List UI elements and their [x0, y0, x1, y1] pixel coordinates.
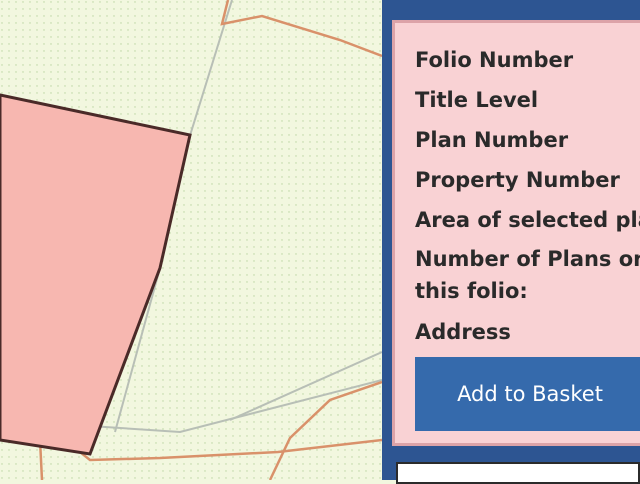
- folio-number-label: Folio Number: [415, 48, 574, 72]
- property-info-panel: Folio Number Title Level Plan Number Pro…: [382, 0, 640, 480]
- title-level-label: Title Level: [415, 88, 539, 112]
- property-info-card: Folio Number Title Level Plan Number Pro…: [392, 20, 640, 446]
- add-to-basket-button[interactable]: Add to Basket: [415, 357, 640, 431]
- number-of-plans-label: Number of Plans on this folio:: [415, 247, 640, 303]
- area-selected-plan-label: Area of selected pla: [415, 208, 640, 232]
- address-label: Address: [415, 320, 511, 344]
- search-input[interactable]: [396, 462, 640, 484]
- plan-number-label: Plan Number: [415, 128, 569, 152]
- property-number-label: Property Number: [415, 168, 620, 192]
